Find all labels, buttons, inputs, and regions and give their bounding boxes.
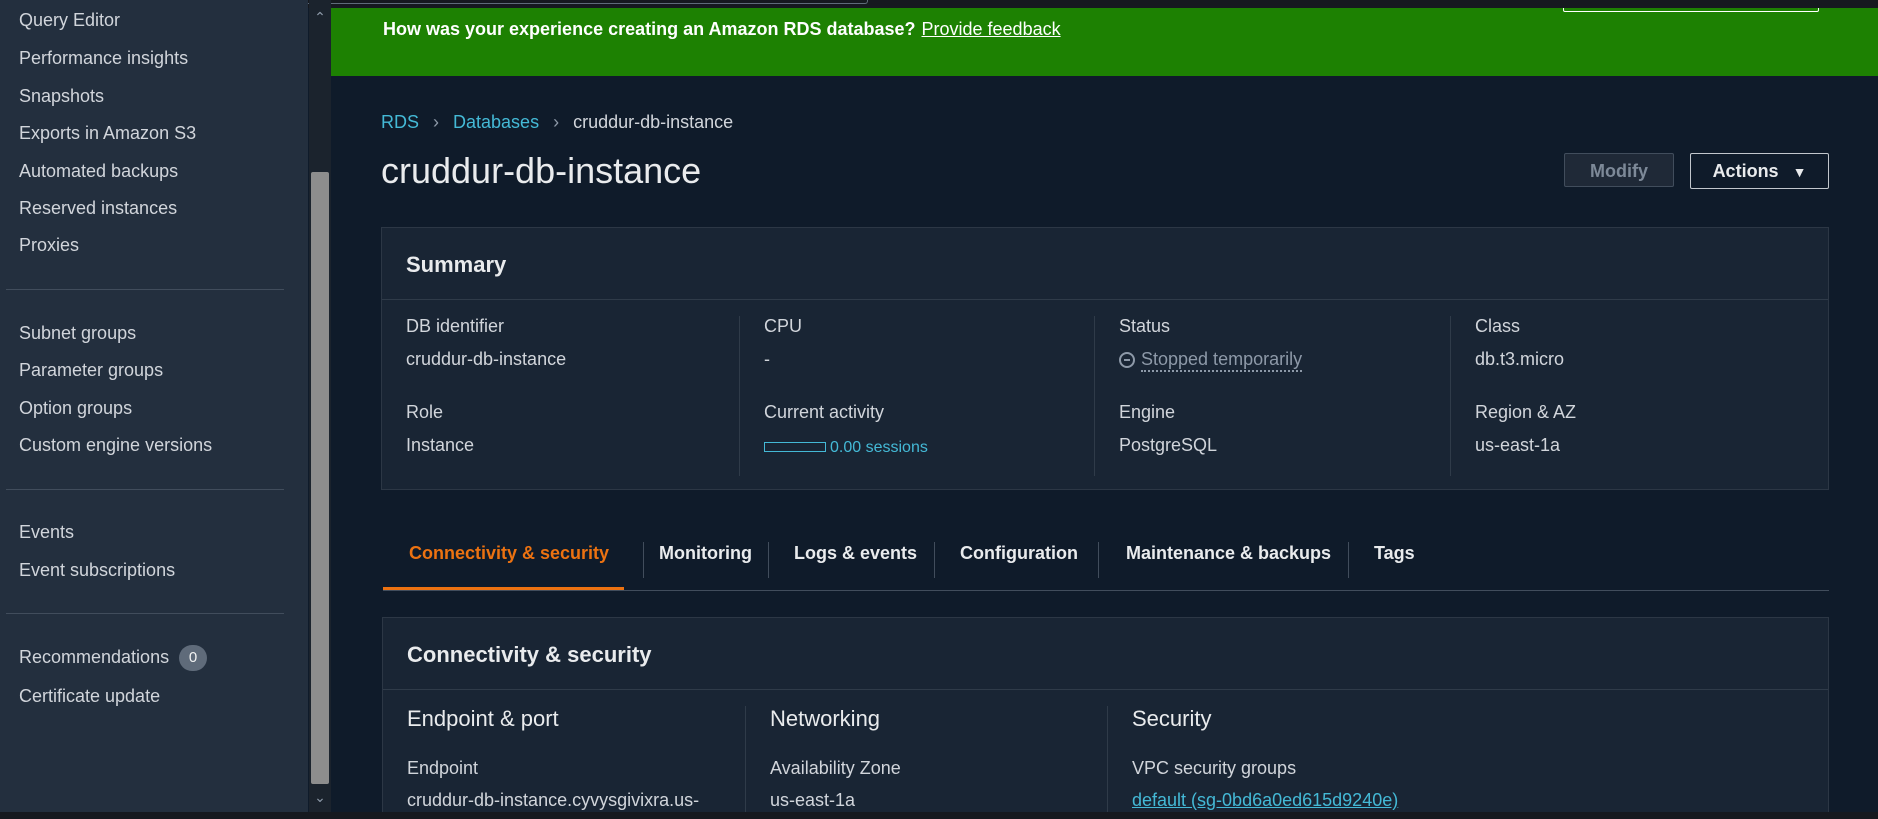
db-identifier-label: DB identifier xyxy=(406,316,505,336)
class-value: db.t3.micro xyxy=(1475,349,1565,369)
region-az-label: Region & AZ xyxy=(1475,402,1577,422)
active-tab-indicator xyxy=(383,587,624,590)
security-column: Security VPC security groups default (sg… xyxy=(1107,706,1468,812)
summary-column-cpu: CPU - Current activity 0.00 sessions xyxy=(739,316,1080,476)
endpoint-port-heading: Endpoint & port xyxy=(407,706,559,731)
sidebar-item-exports-s3[interactable]: Exports in Amazon S3 xyxy=(19,123,196,144)
sessions-bar-icon xyxy=(764,442,826,452)
summary-panel: Summary DB identifier cruddur-db-instanc… xyxy=(381,227,1829,490)
banner-message: How was your experience creating an Amaz… xyxy=(383,19,1061,40)
tab-divider xyxy=(1098,542,1099,578)
tab-divider xyxy=(934,542,935,578)
bottom-strip xyxy=(0,812,1878,819)
chevron-right-icon: › xyxy=(433,112,440,132)
connectivity-security-panel: Connectivity & security Endpoint & port … xyxy=(382,617,1829,812)
current-activity-label: Current activity xyxy=(764,402,885,422)
vpc-security-groups-label: VPC security groups xyxy=(1132,758,1297,778)
tab-maintenance-backups[interactable]: Maintenance & backups xyxy=(1126,543,1331,564)
sidebar-item-event-subscriptions[interactable]: Event subscriptions xyxy=(19,560,175,581)
status-value[interactable]: Stopped temporarily xyxy=(1119,349,1303,372)
summary-title: Summary xyxy=(406,252,507,277)
sidebar-item-performance-insights[interactable]: Performance insights xyxy=(19,48,188,69)
status-label: Status xyxy=(1119,316,1171,336)
role-value: Instance xyxy=(406,435,475,455)
sidebar-item-parameter-groups[interactable]: Parameter groups xyxy=(19,360,163,381)
region-az-value: us-east-1a xyxy=(1475,435,1561,455)
sidebar-item-subnet-groups[interactable]: Subnet groups xyxy=(19,323,136,344)
main-content: How was your experience creating an Amaz… xyxy=(331,8,1878,812)
banner-button-edge[interactable] xyxy=(1563,8,1819,12)
sidebar-item-proxies[interactable]: Proxies xyxy=(19,235,79,256)
class-label: Class xyxy=(1475,316,1521,336)
sidebar-item-snapshots[interactable]: Snapshots xyxy=(19,86,104,107)
scrollbar-thumb[interactable] xyxy=(311,172,329,784)
sidebar-scrollbar[interactable]: ⌃ ⌄ xyxy=(309,0,331,812)
sidebar-item-automated-backups[interactable]: Automated backups xyxy=(19,161,178,182)
db-identifier-value: cruddur-db-instance xyxy=(406,349,567,369)
connectivity-title: Connectivity & security xyxy=(407,642,652,667)
sidebar: Query Editor Performance insights Snapsh… xyxy=(0,0,308,812)
feedback-banner: How was your experience creating an Amaz… xyxy=(331,8,1878,76)
availability-zone-value: us-east-1a xyxy=(770,790,856,810)
actions-button[interactable]: Actions ▼ xyxy=(1690,153,1829,189)
cpu-value: - xyxy=(764,349,770,369)
sidebar-item-option-groups[interactable]: Option groups xyxy=(19,398,132,419)
connectivity-divider xyxy=(383,689,1828,690)
sidebar-divider xyxy=(6,613,284,614)
availability-zone-label: Availability Zone xyxy=(770,758,901,778)
endpoint-value[interactable]: cruddur-db-instance.cyvysgivixra.us- xyxy=(407,790,699,811)
caret-down-icon: ▼ xyxy=(1792,164,1807,180)
sidebar-item-custom-engine-versions[interactable]: Custom engine versions xyxy=(19,435,212,456)
sidebar-item-recommendations[interactable]: Recommendations 0 xyxy=(19,645,208,671)
sidebar-item-query-editor[interactable]: Query Editor xyxy=(19,10,120,31)
chevron-down-icon[interactable]: ⌄ xyxy=(309,786,331,808)
tab-monitoring[interactable]: Monitoring xyxy=(659,543,752,564)
endpoint-port-column: Endpoint & port Endpoint cruddur-db-inst… xyxy=(383,706,743,812)
modify-button[interactable]: Modify xyxy=(1564,153,1674,187)
sessions-link[interactable]: 0.00 sessions xyxy=(830,439,928,456)
tab-divider xyxy=(1348,542,1349,578)
engine-label: Engine xyxy=(1119,402,1176,422)
breadcrumb-rds[interactable]: RDS xyxy=(381,112,419,132)
summary-column-class: Class db.t3.micro Region & AZ us-east-1a xyxy=(1450,316,1791,476)
sidebar-divider xyxy=(6,289,284,290)
vpc-security-groups-value: default (sg-0bd6a0ed615d9240e) xyxy=(1132,790,1398,811)
tab-logs-events[interactable]: Logs & events xyxy=(794,543,917,564)
status-text[interactable]: Stopped temporarily xyxy=(1141,349,1303,372)
recommendations-count-badge: 0 xyxy=(179,645,208,671)
provide-feedback-link[interactable]: Provide feedback xyxy=(922,19,1061,39)
cpu-label: CPU xyxy=(764,316,803,336)
networking-heading: Networking xyxy=(770,706,881,731)
sidebar-item-reserved-instances[interactable]: Reserved instances xyxy=(19,198,177,219)
tab-connectivity-security[interactable]: Connectivity & security xyxy=(409,543,609,564)
security-group-link[interactable]: default (sg-0bd6a0ed615d9240e) xyxy=(1132,790,1398,810)
breadcrumb-current: cruddur-db-instance xyxy=(573,112,734,132)
page-title: cruddur-db-instance xyxy=(381,150,702,191)
actions-label: Actions xyxy=(1712,161,1779,181)
banner-text: How was your experience creating an Amaz… xyxy=(383,19,916,39)
sidebar-item-certificate-update[interactable]: Certificate update xyxy=(19,686,160,707)
breadcrumb-databases[interactable]: Databases xyxy=(453,112,539,132)
stopped-status-icon xyxy=(1119,352,1135,368)
tab-tags[interactable]: Tags xyxy=(1374,543,1415,564)
tab-divider xyxy=(643,542,644,578)
engine-value: PostgreSQL xyxy=(1119,435,1218,455)
endpoint-label: Endpoint xyxy=(407,758,479,778)
summary-divider xyxy=(382,299,1828,300)
security-heading: Security xyxy=(1132,706,1212,731)
breadcrumb: RDS › Databases › cruddur-db-instance xyxy=(381,112,733,133)
sidebar-divider xyxy=(6,489,284,490)
role-label: Role xyxy=(406,402,444,422)
chevron-right-icon: › xyxy=(553,112,560,132)
sidebar-item-label: Recommendations xyxy=(19,646,170,667)
tab-divider xyxy=(768,542,769,578)
current-activity-value[interactable]: 0.00 sessions xyxy=(764,436,928,457)
summary-column-status: Status Stopped temporarily Engine Postgr… xyxy=(1094,316,1435,476)
summary-column-identifier: DB identifier cruddur-db-instance Role I… xyxy=(382,316,722,476)
chevron-up-icon[interactable]: ⌃ xyxy=(309,6,331,28)
networking-column: Networking Availability Zone us-east-1a xyxy=(745,706,1106,812)
detail-tabs: Connectivity & security Monitoring Logs … xyxy=(383,528,1829,591)
tab-configuration[interactable]: Configuration xyxy=(960,543,1078,564)
sidebar-item-events[interactable]: Events xyxy=(19,522,74,543)
